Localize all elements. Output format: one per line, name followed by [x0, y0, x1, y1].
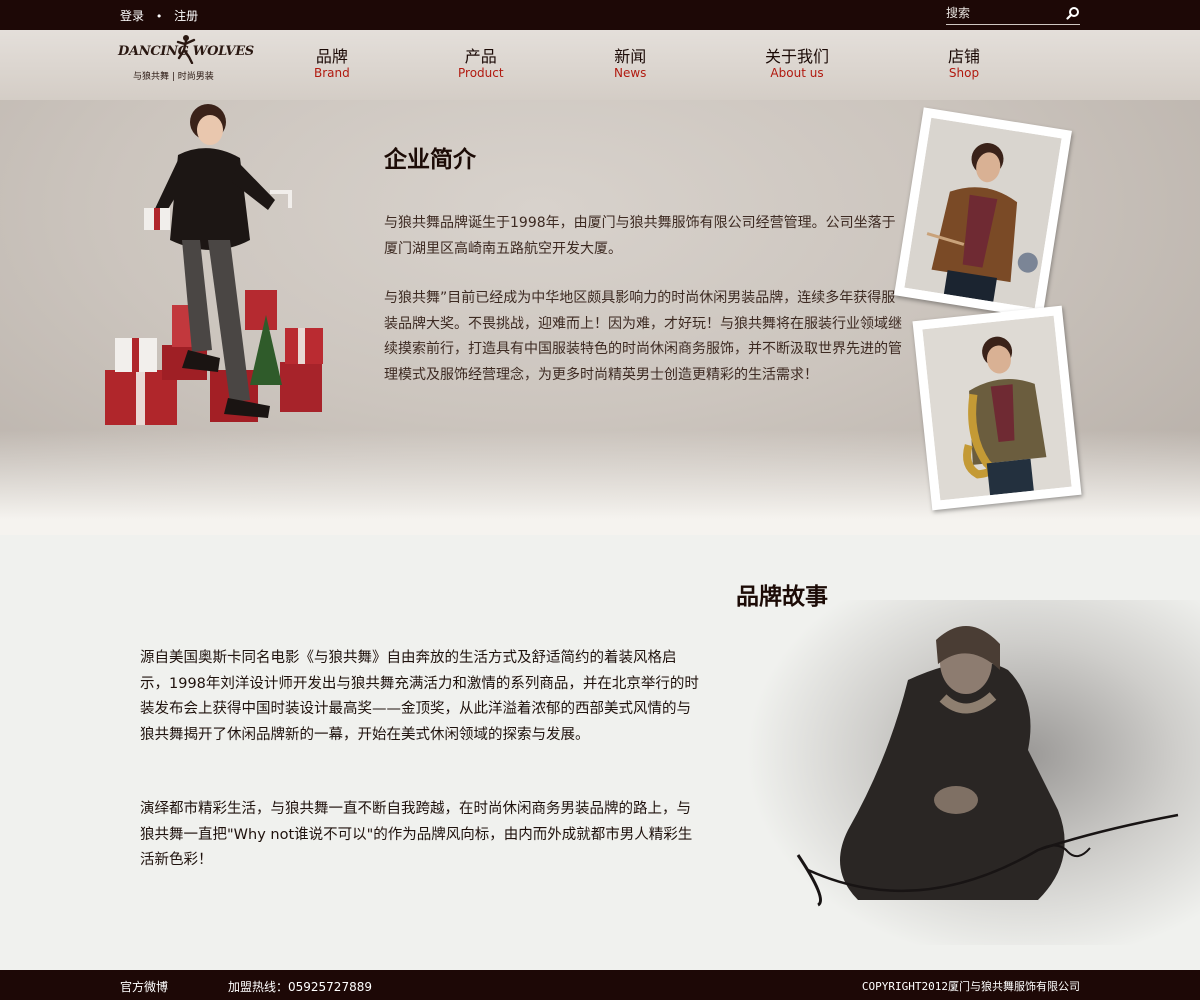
intro-paragraph-2: 与狼共舞”目前已经成为中华地区颇具影响力的时尚休闲男装品牌，连续多年获得服装品牌…	[384, 290, 902, 383]
link-separator: •	[155, 10, 163, 23]
nav-news-en: News	[614, 66, 647, 80]
nav-about-en: About us	[770, 66, 824, 80]
nav-product-en: Product	[458, 66, 504, 80]
copyright-text: COPYRIGHT2012厦门与狼共舞服饰有限公司	[861, 980, 1080, 993]
dancer-logo-icon	[176, 35, 196, 64]
nav-product[interactable]: 产品 Product	[458, 47, 504, 81]
model-photo-leather-jacket	[894, 107, 1072, 319]
story-paragraph-2: 演绎都市精彩生活，与狼共舞一直不断自我跨越，在时尚休闲商务男装品牌的路上，与狼共…	[140, 801, 693, 868]
model-with-gifts-image	[105, 104, 323, 425]
search-box	[946, 4, 1080, 25]
nav-about-zh: 关于我们	[765, 47, 830, 66]
nav-shop-en: Shop	[948, 66, 980, 80]
top-bar: 登录 • 注册	[0, 0, 1200, 30]
register-link[interactable]: 注册	[174, 9, 198, 23]
nav-shop[interactable]: 店铺 Shop	[948, 47, 981, 81]
nav-news[interactable]: 新闻 News	[614, 47, 647, 81]
account-links: 登录 • 注册	[120, 7, 198, 24]
official-weibo-link[interactable]: 官方微博	[120, 978, 168, 995]
intro-paragraph-1: 与狼共舞品牌诞生于1998年，由厦门与狼共舞服饰有限公司经营管理。公司坐落于厦门…	[384, 215, 896, 257]
franchise-hotline: 加盟热线：05925727889	[228, 980, 372, 994]
intro-title: 企业简介	[384, 147, 476, 173]
footer: 官方微博 加盟热线：05925727889 COPYRIGHT2012厦门与狼共…	[0, 970, 1200, 1000]
story-paragraph-1: 源自美国奥斯卡同名电影《与狼共舞》自由奔放的生活方式及舒适简约的着装风格启示，1…	[140, 650, 699, 743]
nav-news-zh: 新闻	[614, 47, 647, 66]
nav-brand-en: Brand	[314, 66, 350, 80]
story-title: 品牌故事	[736, 584, 828, 610]
search-input[interactable]	[946, 4, 1056, 22]
login-link[interactable]: 登录	[120, 9, 144, 23]
model-photo-saxophone	[912, 305, 1082, 511]
nav-product-zh: 产品	[464, 47, 497, 66]
search-icon[interactable]	[1066, 6, 1080, 20]
logo-tagline: 与狼共舞 | 时尚男装	[133, 72, 214, 82]
nav-shop-zh: 店铺	[948, 47, 981, 66]
nav-about[interactable]: 关于我们 About us	[765, 47, 830, 81]
nav-brand-zh: 品牌	[315, 47, 348, 66]
brand-logo[interactable]: DANCING WOLVES 与狼共舞 | 时尚男装	[118, 35, 254, 82]
nav-brand[interactable]: 品牌 Brand	[314, 47, 350, 81]
brand-founder-portrait-image	[738, 600, 1200, 945]
